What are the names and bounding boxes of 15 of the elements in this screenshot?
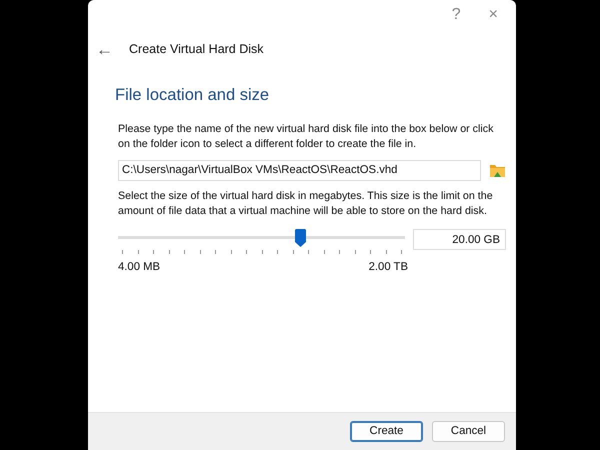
close-button[interactable]: × [484, 7, 502, 23]
path-field[interactable]: C:\Users\nagar\VirtualBox VMs\ReactOS\ReactOS.vhd [118, 160, 481, 180]
dialog-button[interactable]: Cancel [432, 421, 505, 442]
size-field[interactable]: 20.00 GB [413, 229, 506, 250]
min-label: 4.00 MB [118, 260, 160, 274]
instruction-text: Select the size of the virtual hard disk in megabytes. This size is the limit on the amount of file data that a virtual machine will be able to store on the hard disk. [118, 188, 494, 218]
dialog-title: Create Virtual Hard Disk [129, 41, 264, 58]
section-title: File location and size [115, 84, 270, 106]
help-button[interactable]: ? [448, 7, 465, 23]
slider-thumb[interactable] [295, 228, 306, 246]
folder-icon[interactable] [489, 162, 506, 178]
instruction-text: Please type the name of the new virtual hard disk file into the box below or click on the folder icon to select a different folder to create the file in. [118, 122, 494, 152]
dialog-button[interactable]: Create [350, 421, 423, 442]
max-label: 2.00 TB [368, 260, 408, 274]
back-button[interactable]: ← [94, 40, 115, 58]
